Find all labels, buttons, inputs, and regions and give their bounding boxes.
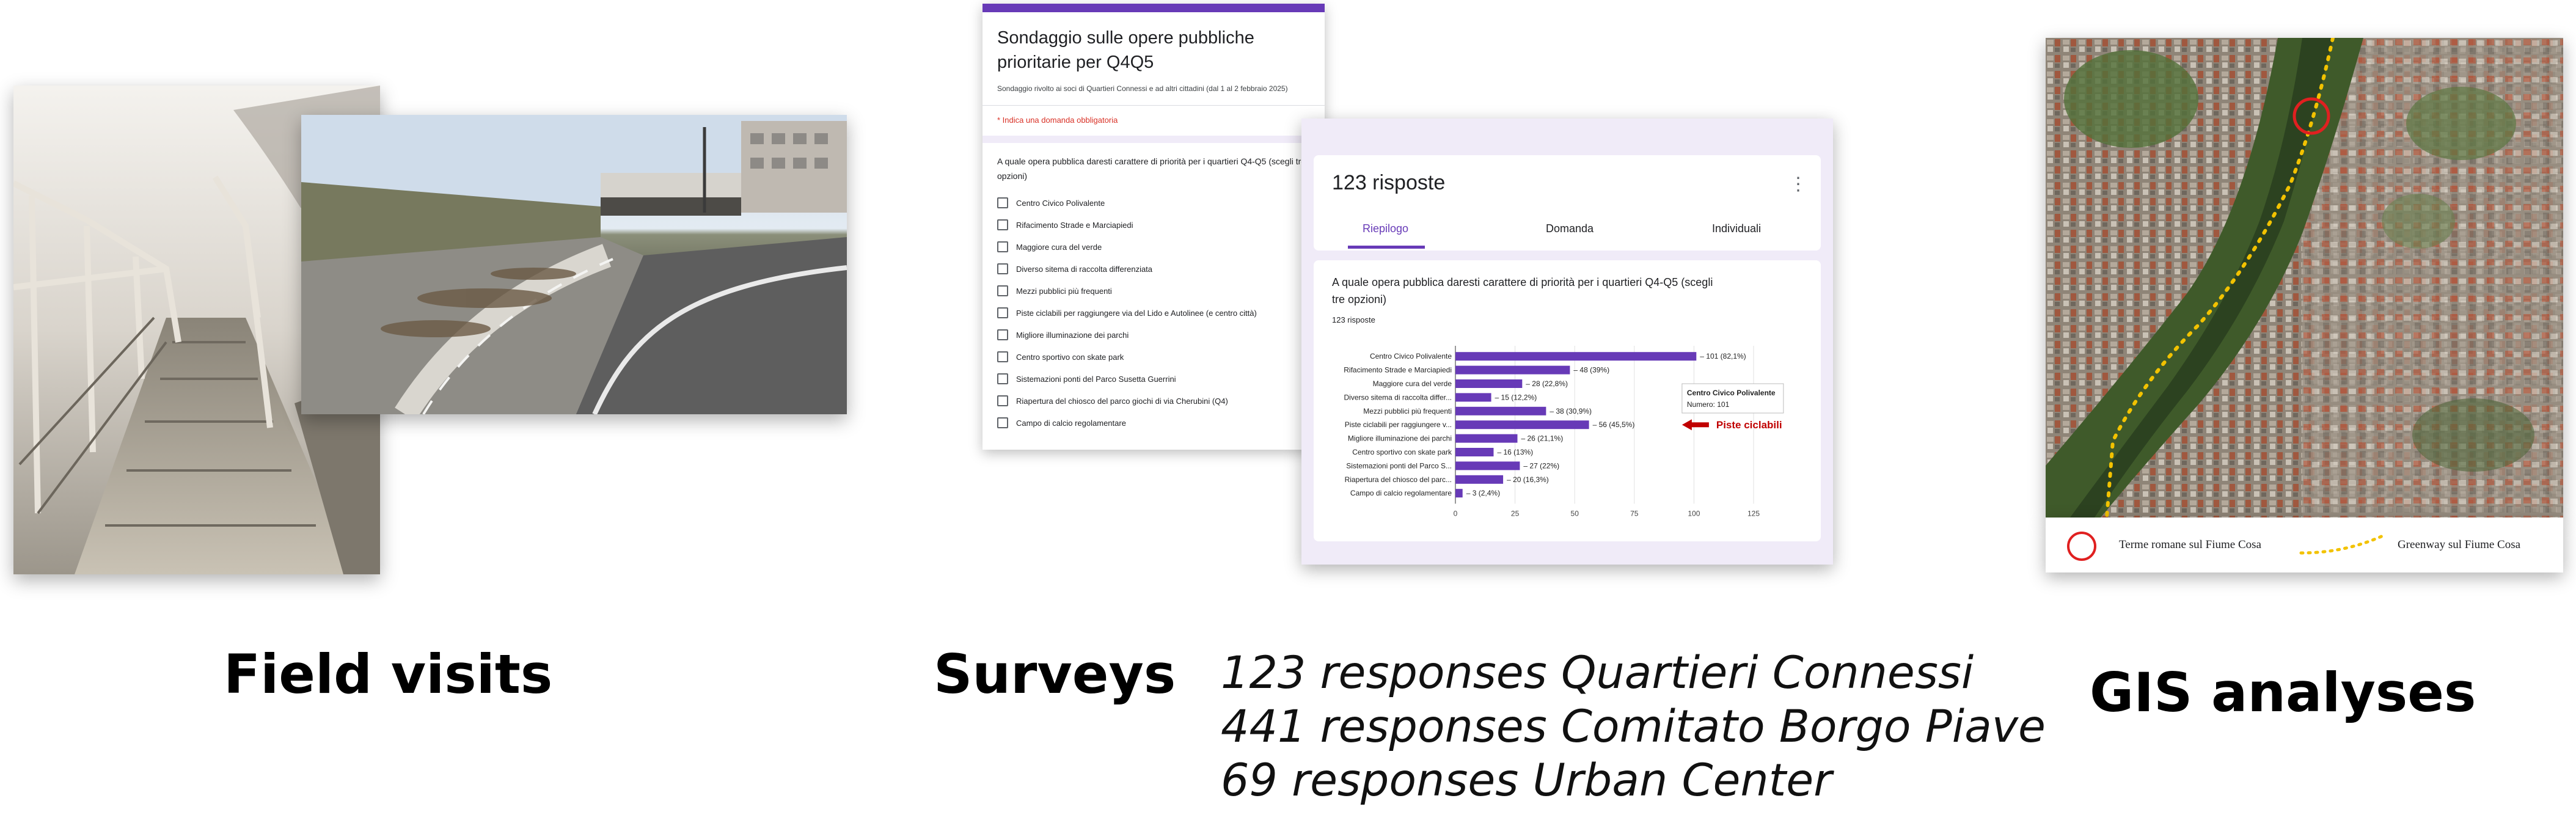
bar: [1455, 352, 1697, 361]
x-tick-label: 25: [1511, 509, 1520, 518]
x-tick-label: 75: [1630, 509, 1639, 518]
bar: [1455, 365, 1570, 375]
bar: [1455, 461, 1520, 470]
data-label: – 26 (21,1%): [1521, 434, 1564, 443]
form-option[interactable]: Mezzi pubblici più frequenti: [997, 280, 1310, 302]
more-vert-icon[interactable]: ⋮: [1789, 174, 1807, 195]
bar: [1455, 434, 1518, 443]
category-label: Piste ciclabili per raggiungere v...: [1345, 420, 1452, 429]
checkbox-icon[interactable]: [997, 219, 1008, 230]
checkbox-icon[interactable]: [997, 307, 1008, 318]
field-photo-road: [301, 115, 847, 414]
bar: [1455, 393, 1491, 402]
x-tick-label: 100: [1688, 509, 1700, 518]
annotation-arrow-icon: [1681, 419, 1709, 431]
x-tick-label: 0: [1454, 509, 1458, 518]
form-option[interactable]: Riapertura del chiosco del parco giochi …: [997, 390, 1310, 412]
results-header: 123 risposte ⋮ Riepilogo Domanda Individ…: [1314, 155, 1821, 251]
data-label: – 16 (13%): [1497, 448, 1533, 456]
bar: [1455, 379, 1523, 388]
tab-individuali[interactable]: Individuali: [1712, 222, 1761, 235]
survey-response-line: 123 responses Quartieri Connessi: [1221, 647, 1974, 699]
checkbox-icon[interactable]: [997, 285, 1008, 296]
caption-surveys: Surveys: [934, 643, 1176, 706]
results-bar-chart: 0 25 50 75 100 125 Centro Civico Polivalente – …: [1344, 346, 1784, 518]
form-option[interactable]: Migliore illuminazione dei parchi: [997, 324, 1310, 346]
category-label: Rifacimento Strade e Marciapiedi: [1344, 366, 1452, 375]
caption-gis-analyses: GIS analyses: [2090, 661, 2476, 724]
form-accent-bar: [982, 4, 1325, 12]
bar: [1455, 406, 1546, 415]
form-options: Centro Civico Polivalente Rifacimento St…: [997, 192, 1310, 434]
form-divider: [982, 105, 1325, 106]
checkbox-icon[interactable]: [997, 197, 1008, 208]
form-option[interactable]: Rifacimento Strade e Marciapiedi: [997, 214, 1310, 236]
bar: [1455, 489, 1463, 498]
results-question-panel: A quale opera pubblica daresti carattere…: [1314, 260, 1821, 541]
category-label: Diverso sitema di raccolta differ...: [1344, 393, 1452, 401]
tooltip-value: Numero: 101: [1687, 400, 1730, 409]
yellow-dotted-line-icon: [2299, 533, 2387, 555]
map-legend: Terme romane sul Fiume Cosa Greenway sul…: [2046, 518, 2563, 572]
bar: [1455, 448, 1494, 456]
form-question: A quale opera pubblica daresti carattere…: [997, 156, 1306, 181]
form-title: Sondaggio sulle opere pubbliche priorita…: [997, 28, 1254, 72]
form-option[interactable]: Maggiore cura del verde: [997, 236, 1310, 258]
form-option[interactable]: Diverso sitema di raccolta differenziata: [997, 258, 1310, 280]
form-option[interactable]: Centro sportivo con skate park: [997, 346, 1310, 368]
x-tick-label: 50: [1571, 509, 1579, 518]
survey-results-card: 123 risposte ⋮ Riepilogo Domanda Individ…: [1301, 119, 1833, 565]
category-label: Migliore illuminazione dei parchi: [1348, 434, 1452, 443]
data-label: – 48 (39%): [1573, 366, 1609, 375]
response-count-title: 123 risposte: [1332, 171, 1446, 194]
form-option[interactable]: Sistemazioni ponti del Parco Susetta Gue…: [997, 368, 1310, 390]
category-label: Campo di calcio regolamentare: [1350, 489, 1452, 497]
form-option[interactable]: Centro Civico Polivalente: [997, 192, 1310, 214]
survey-response-line: 441 responses Comitato Borgo Piave: [1221, 701, 2046, 753]
form-option[interactable]: Piste ciclabili per raggiungere via del …: [997, 302, 1310, 324]
tooltip-title: Centro Civico Polivalente: [1687, 389, 1776, 397]
checkbox-icon[interactable]: [997, 351, 1008, 362]
form-section-gap: [982, 136, 1325, 143]
form-option[interactable]: Campo di calcio regolamentare: [997, 412, 1310, 434]
active-tab-indicator: [1348, 246, 1425, 249]
satellite-map-drawing: [2046, 38, 2563, 518]
checkbox-icon[interactable]: [997, 263, 1008, 274]
data-label: – 15 (12,2%): [1495, 393, 1537, 401]
caption-field-visits: Field visits: [224, 643, 553, 706]
category-label: Sistemazioni ponti del Parco S...: [1346, 461, 1452, 470]
bar: [1455, 420, 1589, 430]
annotation-label: Piste ciclabili: [1716, 419, 1782, 431]
bar: [1455, 475, 1504, 484]
category-label: Centro Civico Polivalente: [1370, 352, 1452, 360]
legend-label-terme: Terme romane sul Fiume Cosa: [2119, 538, 2261, 551]
tab-riepilogo[interactable]: Riepilogo: [1363, 222, 1408, 235]
data-label: – 101 (82,1%): [1700, 352, 1746, 360]
checkbox-icon[interactable]: [997, 329, 1008, 340]
red-circle-icon: [2067, 532, 2096, 561]
required-note: * Indica una domanda obbligatoria: [997, 115, 1118, 125]
checkbox-icon[interactable]: [997, 417, 1008, 428]
checkbox-icon[interactable]: [997, 241, 1008, 252]
tab-domanda[interactable]: Domanda: [1546, 222, 1594, 235]
survey-form-card: Sondaggio sulle opere pubbliche priorita…: [982, 4, 1325, 450]
legend-label-greenway: Greenway sul Fiume Cosa: [2398, 538, 2521, 551]
road-photo-drawing: [301, 115, 847, 414]
data-label: – 28 (22,8%): [1526, 379, 1568, 388]
data-label: – 27 (22%): [1523, 461, 1559, 470]
data-label: – 38 (30,9%): [1550, 407, 1592, 415]
data-label: – 3 (2,4%): [1466, 489, 1500, 497]
category-label: Mezzi pubblici più frequenti: [1363, 407, 1452, 415]
category-label: Centro sportivo con skate park: [1352, 448, 1452, 456]
data-label: – 20 (16,3%): [1507, 475, 1549, 484]
data-label: – 56 (45,5%): [1593, 420, 1635, 429]
category-label: Riapertura del chiosco del parc...: [1345, 475, 1452, 484]
form-subtitle: Sondaggio rivolto ai soci di Quartieri C…: [997, 84, 1288, 93]
gis-map: [2046, 38, 2563, 518]
checkbox-icon[interactable]: [997, 373, 1008, 384]
survey-response-line: 69 responses Urban Center: [1221, 755, 1832, 807]
checkbox-icon[interactable]: [997, 395, 1008, 406]
category-label: Maggiore cura del verde: [1373, 379, 1452, 388]
x-tick-label: 125: [1747, 509, 1760, 518]
